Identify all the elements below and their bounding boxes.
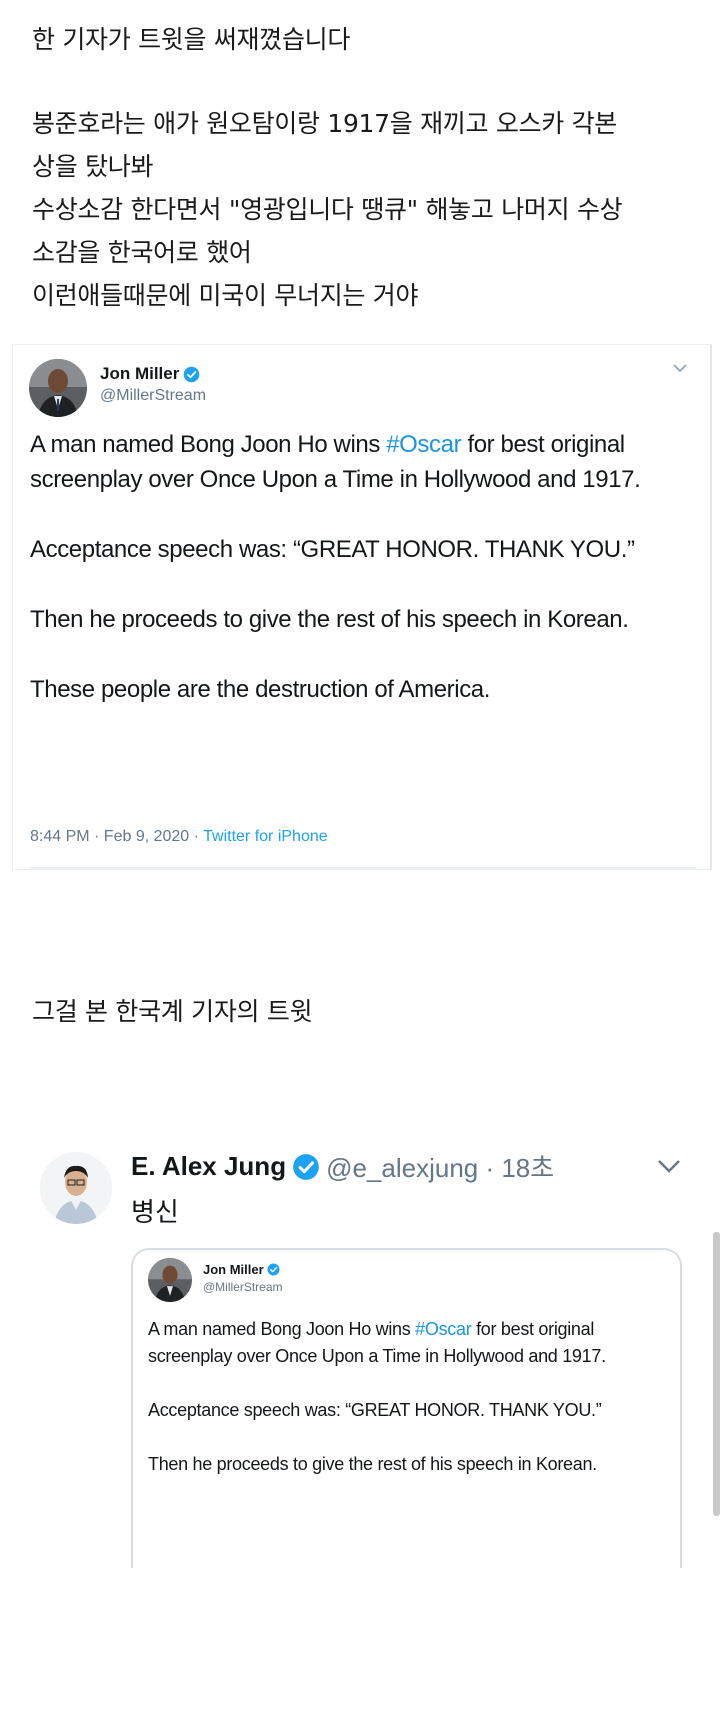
verified-badge-icon (267, 1263, 280, 1276)
tweet-paragraph: Then he proceeds to give the rest of his… (148, 1454, 597, 1474)
quoted-author-handle: @MillerStream (203, 1280, 283, 1294)
verified-badge-icon (184, 366, 200, 382)
story-line: 봉준호라는 애가 원오탐이랑 1917을 재끼고 오스카 각본 (32, 109, 618, 138)
story-line: 수상소감 한다면서 "영광입니다 땡큐" 해놓고 나머지 수상 (32, 195, 623, 224)
story-line: 소감을 한국어로 했어 (32, 238, 252, 267)
quoted-tweet-text: A man named Bong Joon Ho wins #Oscar for… (148, 1316, 668, 1505)
intro-text: 한 기자가 트윗을 써재꼈습니다 (32, 25, 351, 54)
caption-text: 그걸 본 한국계 기자의 트윗 (32, 997, 313, 1026)
reply-header: E. Alex Jung @e_alexjung · 18초 (131, 1148, 554, 1185)
original-tweet-card: Jon Miller @MillerStream A man named Bon… (12, 344, 712, 870)
hashtag-link[interactable]: #Oscar (386, 431, 461, 458)
tweet-paragraph: Acceptance speech was: “GREAT HONOR. THA… (148, 1400, 602, 1420)
tweet-paragraph: Then he proceeds to give the rest of his… (30, 606, 629, 633)
alex-jung-avatar[interactable] (40, 1152, 112, 1224)
story-text: 봉준호라는 애가 원오탐이랑 1917을 재끼고 오스카 각본 상을 탔나봐 수… (32, 102, 623, 317)
author-name[interactable]: E. Alex Jung (131, 1151, 286, 1182)
divider (30, 867, 696, 869)
story-line: 상을 탔나봐 (32, 152, 154, 181)
tweet-meta: 8:44 PM · Feb 9, 2020 · Twitter for iPho… (30, 828, 328, 846)
author-handle[interactable]: @e_alexjung · 18초 (326, 1148, 554, 1185)
story-line: 이런애들때문에 미국이 무너지는 거야 (32, 281, 419, 310)
chevron-down-icon[interactable] (656, 1158, 682, 1174)
source-link[interactable]: Twitter for iPhone (203, 828, 328, 845)
tweet-paragraph: Acceptance speech was: “GREAT HONOR. THA… (30, 536, 635, 563)
hashtag-link: #Oscar (415, 1319, 472, 1339)
author-name[interactable]: Jon Miller (100, 364, 200, 384)
author-handle[interactable]: @MillerStream (100, 387, 206, 405)
scrollbar[interactable] (713, 1232, 720, 1516)
jon-miller-avatar[interactable] (29, 359, 87, 417)
chevron-down-icon[interactable] (672, 363, 688, 373)
timestamp[interactable]: 8:44 PM · Feb 9, 2020 · (30, 828, 203, 845)
jon-miller-avatar (148, 1258, 192, 1302)
verified-badge-icon (293, 1153, 319, 1180)
quoted-author-name: Jon Miller (203, 1262, 280, 1277)
tweet-text: A man named Bong Joon Ho wins #Oscar for… (30, 427, 700, 742)
reply-tweet: E. Alex Jung @e_alexjung · 18초 병신 Jon Mi… (0, 1140, 720, 1568)
tweet-paragraph: These people are the destruction of Amer… (30, 676, 491, 703)
quoted-tweet[interactable]: Jon Miller @MillerStream A man named Bon… (131, 1248, 682, 1568)
reply-text: 병신 (131, 1198, 179, 1228)
